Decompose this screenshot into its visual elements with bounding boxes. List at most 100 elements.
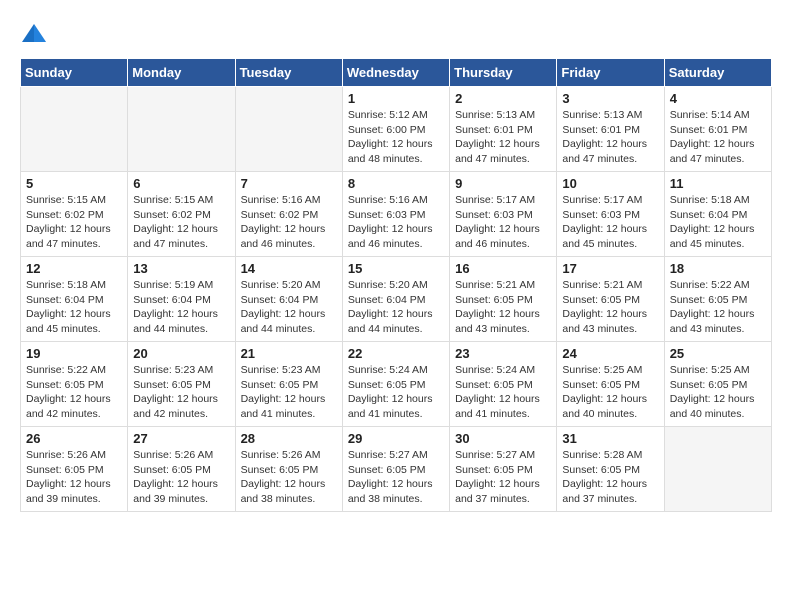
day-info: Sunrise: 5:27 AMSunset: 6:05 PMDaylight:… [455,448,551,507]
calendar-cell: 3 Sunrise: 5:13 AMSunset: 6:01 PMDaylight… [557,87,664,172]
calendar-cell [128,87,235,172]
calendar-cell: 17 Sunrise: 5:21 AMSunset: 6:05 PMDayligh… [557,257,664,342]
day-info: Sunrise: 5:22 AMSunset: 6:05 PMDaylight:… [26,363,122,422]
day-info: Sunrise: 5:23 AMSunset: 6:05 PMDaylight:… [241,363,337,422]
calendar-cell: 4 Sunrise: 5:14 AMSunset: 6:01 PMDaylight… [664,87,771,172]
day-number: 21 [241,346,337,361]
day-number: 30 [455,431,551,446]
day-info: Sunrise: 5:24 AMSunset: 6:05 PMDaylight:… [455,363,551,422]
day-info: Sunrise: 5:26 AMSunset: 6:05 PMDaylight:… [241,448,337,507]
day-number: 12 [26,261,122,276]
day-number: 2 [455,91,551,106]
day-number: 28 [241,431,337,446]
day-info: Sunrise: 5:28 AMSunset: 6:05 PMDaylight:… [562,448,658,507]
calendar-cell: 1 Sunrise: 5:12 AMSunset: 6:00 PMDaylight… [342,87,449,172]
calendar-cell: 16Sunrise: 5:21 AMSunset: 6:05 PMDayligh… [450,257,557,342]
calendar-cell: 6 Sunrise: 5:15 AMSunset: 6:02 PMDaylight… [128,172,235,257]
day-number: 26 [26,431,122,446]
calendar-table: SundayMondayTuesdayWednesdayThursdayFrid… [20,58,772,512]
day-info: Sunrise: 5:16 AMSunset: 6:02 PMDaylight:… [241,193,337,252]
calendar-cell [664,427,771,512]
day-number: 13 [133,261,229,276]
weekday-header: Thursday [450,59,557,87]
calendar-cell: 18 Sunrise: 5:22 AMSunset: 6:05 PMDayligh… [664,257,771,342]
day-info: Sunrise: 5:12 AMSunset: 6:00 PMDaylight:… [348,108,444,167]
logo [20,20,52,48]
calendar-cell [235,87,342,172]
day-info: Sunrise: 5:24 AMSunset: 6:05 PMDaylight:… [348,363,444,422]
calendar-week-row: 26 Sunrise: 5:26 AMSunset: 6:05 PMDayligh… [21,427,772,512]
day-info: Sunrise: 5:25 AMSunset: 6:05 PMDaylight:… [670,363,766,422]
day-number: 10 [562,176,658,191]
weekday-header: Monday [128,59,235,87]
day-number: 3 [562,91,658,106]
day-info: Sunrise: 5:17 AMSunset: 6:03 PMDaylight:… [562,193,658,252]
calendar-cell: 30 Sunrise: 5:27 AMSunset: 6:05 PMDayligh… [450,427,557,512]
day-number: 27 [133,431,229,446]
calendar-cell: 12 Sunrise: 5:18 AMSunset: 6:04 PMDayligh… [21,257,128,342]
day-number: 9 [455,176,551,191]
page-header [20,20,772,48]
calendar-cell: 26 Sunrise: 5:26 AMSunset: 6:05 PMDayligh… [21,427,128,512]
calendar-cell: 19Sunrise: 5:22 AMSunset: 6:05 PMDayligh… [21,342,128,427]
calendar-cell: 2 Sunrise: 5:13 AMSunset: 6:01 PMDaylight… [450,87,557,172]
calendar-cell: 24 Sunrise: 5:25 AMSunset: 6:05 PMDayligh… [557,342,664,427]
day-number: 31 [562,431,658,446]
day-info: Sunrise: 5:15 AMSunset: 6:02 PMDaylight:… [26,193,122,252]
day-number: 29 [348,431,444,446]
day-info: Sunrise: 5:18 AMSunset: 6:04 PMDaylight:… [26,278,122,337]
calendar-cell: 23 Sunrise: 5:24 AMSunset: 6:05 PMDayligh… [450,342,557,427]
day-number: 25 [670,346,766,361]
day-number: 24 [562,346,658,361]
calendar-week-row: 19Sunrise: 5:22 AMSunset: 6:05 PMDayligh… [21,342,772,427]
day-info: Sunrise: 5:26 AMSunset: 6:05 PMDaylight:… [133,448,229,507]
calendar-week-row: 1 Sunrise: 5:12 AMSunset: 6:00 PMDaylight… [21,87,772,172]
day-info: Sunrise: 5:16 AMSunset: 6:03 PMDaylight:… [348,193,444,252]
calendar-cell: 8 Sunrise: 5:16 AMSunset: 6:03 PMDaylight… [342,172,449,257]
day-number: 6 [133,176,229,191]
day-number: 8 [348,176,444,191]
calendar-cell: 11 Sunrise: 5:18 AMSunset: 6:04 PMDayligh… [664,172,771,257]
logo-icon [20,20,48,48]
day-number: 4 [670,91,766,106]
day-info: Sunrise: 5:20 AMSunset: 6:04 PMDaylight:… [348,278,444,337]
calendar-week-row: 5 Sunrise: 5:15 AMSunset: 6:02 PMDaylight… [21,172,772,257]
day-info: Sunrise: 5:18 AMSunset: 6:04 PMDaylight:… [670,193,766,252]
day-info: Sunrise: 5:15 AMSunset: 6:02 PMDaylight:… [133,193,229,252]
calendar-cell: 15 Sunrise: 5:20 AMSunset: 6:04 PMDayligh… [342,257,449,342]
calendar-cell: 9Sunrise: 5:17 AMSunset: 6:03 PMDaylight… [450,172,557,257]
weekday-header: Tuesday [235,59,342,87]
day-number: 5 [26,176,122,191]
calendar-cell [21,87,128,172]
calendar-cell: 28 Sunrise: 5:26 AMSunset: 6:05 PMDayligh… [235,427,342,512]
calendar-cell: 20Sunrise: 5:23 AMSunset: 6:05 PMDayligh… [128,342,235,427]
calendar-cell: 14 Sunrise: 5:20 AMSunset: 6:04 PMDayligh… [235,257,342,342]
weekday-header-row: SundayMondayTuesdayWednesdayThursdayFrid… [21,59,772,87]
day-info: Sunrise: 5:21 AMSunset: 6:05 PMDaylight:… [455,278,551,337]
day-number: 1 [348,91,444,106]
day-info: Sunrise: 5:25 AMSunset: 6:05 PMDaylight:… [562,363,658,422]
day-number: 20 [133,346,229,361]
calendar-cell: 25 Sunrise: 5:25 AMSunset: 6:05 PMDayligh… [664,342,771,427]
day-info: Sunrise: 5:13 AMSunset: 6:01 PMDaylight:… [455,108,551,167]
calendar-week-row: 12 Sunrise: 5:18 AMSunset: 6:04 PMDayligh… [21,257,772,342]
day-number: 22 [348,346,444,361]
day-number: 17 [562,261,658,276]
day-number: 18 [670,261,766,276]
day-number: 14 [241,261,337,276]
day-info: Sunrise: 5:21 AMSunset: 6:05 PMDaylight:… [562,278,658,337]
calendar-cell: 29Sunrise: 5:27 AMSunset: 6:05 PMDayligh… [342,427,449,512]
calendar-cell: 5 Sunrise: 5:15 AMSunset: 6:02 PMDaylight… [21,172,128,257]
day-number: 15 [348,261,444,276]
day-number: 11 [670,176,766,191]
calendar-cell: 13 Sunrise: 5:19 AMSunset: 6:04 PMDayligh… [128,257,235,342]
day-info: Sunrise: 5:13 AMSunset: 6:01 PMDaylight:… [562,108,658,167]
day-info: Sunrise: 5:26 AMSunset: 6:05 PMDaylight:… [26,448,122,507]
day-info: Sunrise: 5:14 AMSunset: 6:01 PMDaylight:… [670,108,766,167]
weekday-header: Saturday [664,59,771,87]
day-number: 23 [455,346,551,361]
day-info: Sunrise: 5:19 AMSunset: 6:04 PMDaylight:… [133,278,229,337]
day-info: Sunrise: 5:22 AMSunset: 6:05 PMDaylight:… [670,278,766,337]
day-info: Sunrise: 5:20 AMSunset: 6:04 PMDaylight:… [241,278,337,337]
weekday-header: Wednesday [342,59,449,87]
